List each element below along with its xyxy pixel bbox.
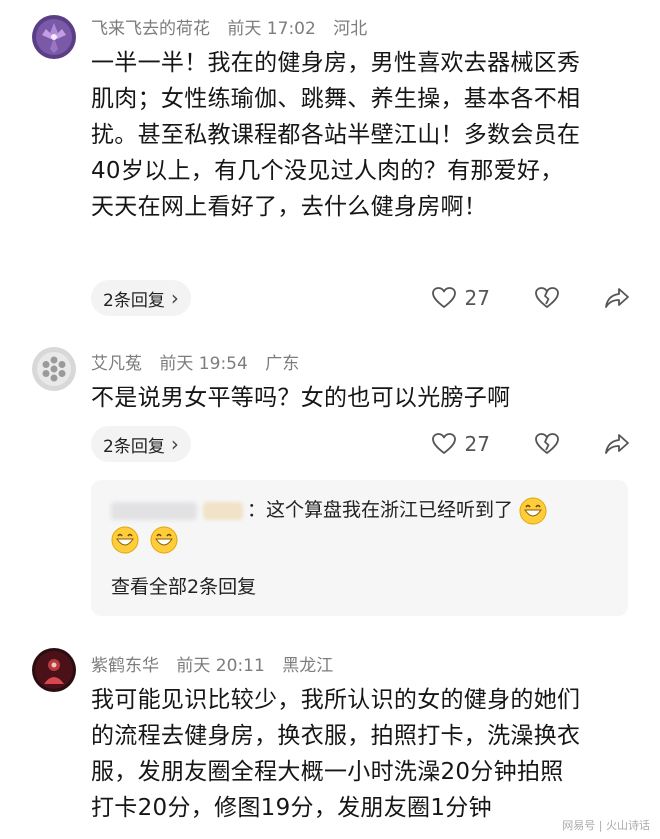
share-button[interactable] xyxy=(604,286,630,310)
sub-reply-content: ：这个算盘我在浙江已经听到了 xyxy=(247,499,514,521)
blurred-username xyxy=(111,501,197,520)
replies-label: 2条回复 xyxy=(103,436,165,457)
replies-button[interactable]: 2条回复 › xyxy=(91,280,191,316)
emoji-row xyxy=(111,526,178,554)
comment-actions: 27 xyxy=(431,286,630,310)
share-button[interactable] xyxy=(604,432,630,456)
location: 河北 xyxy=(333,19,368,39)
timestamp: 前天 20:11 xyxy=(176,656,265,676)
replies-button[interactable]: 2条回复 › xyxy=(91,426,191,462)
broken-heart-icon xyxy=(535,433,559,454)
text-line: 一半一半！我在的健身房，男性喜欢去器械区秀 xyxy=(91,50,581,76)
like-count: 27 xyxy=(464,432,490,456)
like-button[interactable]: 27 xyxy=(431,432,490,456)
text-line: 的流程去健身房，换衣服，拍照打卡，洗澡换衣 xyxy=(91,723,581,749)
text-line: 我可能见识比较少，我所认识的女的健身的她们 xyxy=(91,687,581,713)
text-line: 40岁以上，有几个没见过人肉的？有那爱好， xyxy=(91,158,564,184)
username[interactable]: 艾凡菟 xyxy=(91,354,142,374)
share-arrow-icon xyxy=(605,288,629,308)
replies-label: 2条回复 xyxy=(103,290,165,311)
grinning-face-emoji xyxy=(150,526,178,554)
text-line: 天天在网上看好了，去什么健身房啊！ xyxy=(91,194,488,220)
heart-icon xyxy=(431,287,456,308)
like-count: 27 xyxy=(464,286,490,310)
username[interactable]: 飞来飞去的荷花 xyxy=(91,19,210,39)
sub-reply-text: ：这个算盘我在浙江已经听到了 xyxy=(111,494,547,526)
avatar[interactable] xyxy=(32,15,76,59)
dislike-button[interactable] xyxy=(534,286,560,310)
username[interactable]: 紫鹤东华 xyxy=(91,656,159,676)
view-all-replies-link[interactable]: 查看全部2条回复 xyxy=(111,572,256,599)
text-line: 服，发朋友圈全程大概一小时洗澡20分钟拍照 xyxy=(91,759,564,785)
text-line: 肌肉；女性练瑜伽、跳舞、养生操，基本各不相 xyxy=(91,86,581,112)
comment-text: 一半一半！我在的健身房，男性喜欢去器械区秀 肌肉；女性练瑜伽、跳舞、养生操，基本… xyxy=(91,45,636,225)
chevron-right-icon: › xyxy=(170,432,179,456)
comment-meta: 艾凡菟 前天 19:54 广东 xyxy=(91,349,311,374)
comment-meta: 飞来飞去的荷花 前天 17:02 河北 xyxy=(91,14,379,39)
text-line: 不是说男女平等吗？女的也可以光膀子啊 xyxy=(91,385,511,411)
avatar[interactable] xyxy=(32,347,76,391)
blurred-tag xyxy=(203,501,243,520)
avatar[interactable] xyxy=(32,648,76,692)
comment-meta: 紫鹤东华 前天 20:11 黑龙江 xyxy=(91,651,345,676)
broken-heart-icon xyxy=(535,287,559,308)
text-line: 扰。甚至私教课程都各站半壁江山！多数会员在 xyxy=(91,122,581,148)
watermark: 网易号 | 火山诗话 xyxy=(562,819,650,832)
grinning-face-emoji xyxy=(519,497,547,524)
comment-text: 我可能见识比较少，我所认识的女的健身的她们 的流程去健身房，换衣服，拍照打卡，洗… xyxy=(91,682,636,826)
location: 广东 xyxy=(265,354,300,374)
comment-text: 不是说男女平等吗？女的也可以光膀子啊 xyxy=(91,380,636,416)
share-arrow-icon xyxy=(605,434,629,454)
timestamp: 前天 19:54 xyxy=(159,354,248,374)
heart-icon xyxy=(431,433,456,454)
dislike-button[interactable] xyxy=(534,432,560,456)
sub-reply-box: ：这个算盘我在浙江已经听到了 查看全部2条回复 xyxy=(91,480,628,616)
comment-actions: 27 xyxy=(431,432,630,456)
location: 黑龙江 xyxy=(282,656,334,676)
timestamp: 前天 17:02 xyxy=(227,19,316,39)
text-line: 打卡20分，修图19分，发朋友圈1分钟 xyxy=(91,795,492,821)
grinning-face-emoji xyxy=(111,526,139,554)
chevron-right-icon: › xyxy=(170,286,179,310)
like-button[interactable]: 27 xyxy=(431,286,490,310)
